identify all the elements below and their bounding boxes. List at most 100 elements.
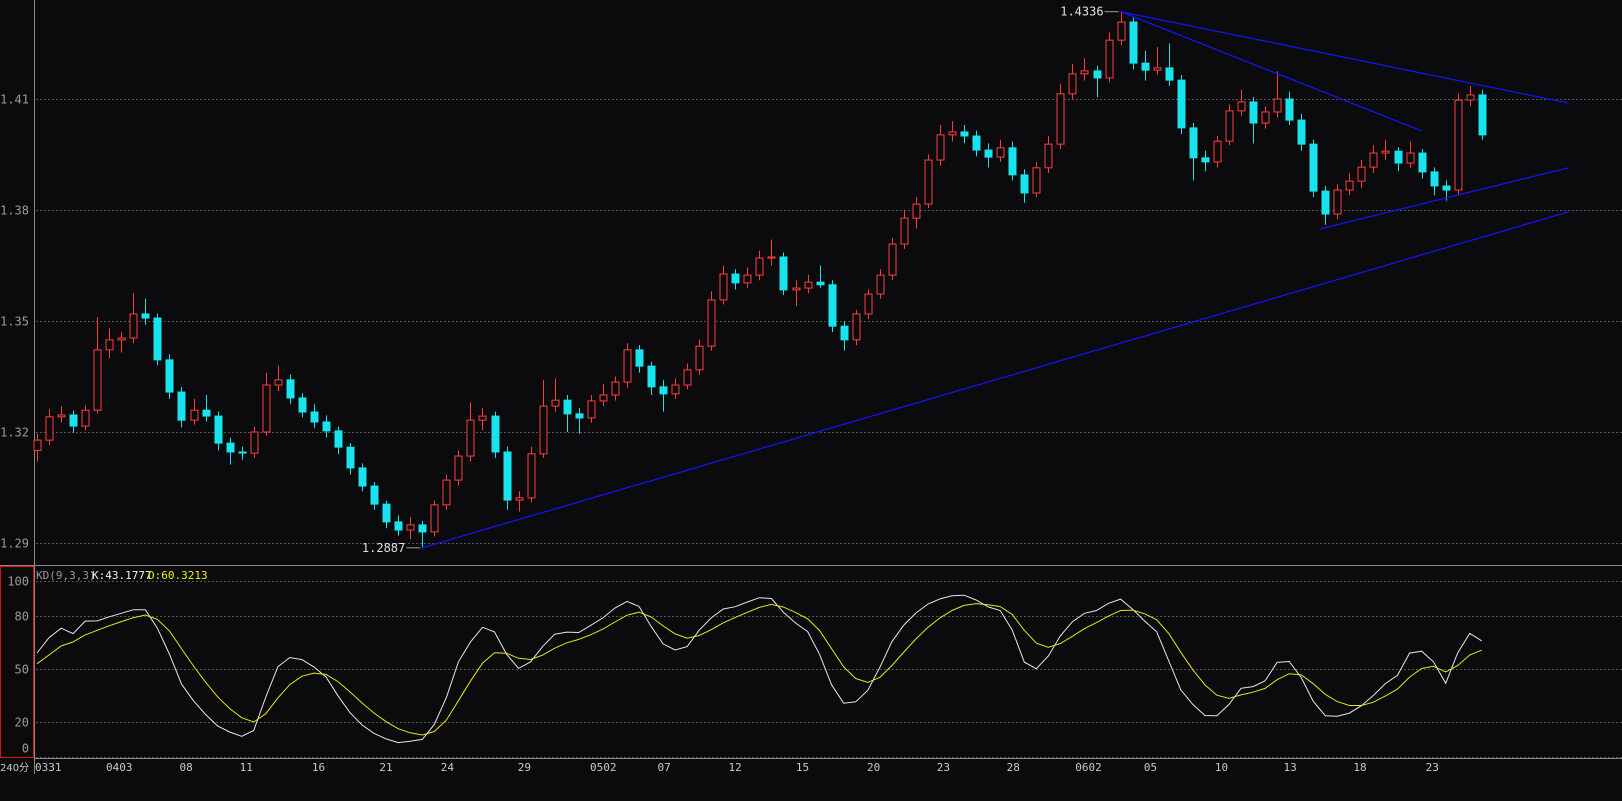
trendlines[interactable] [422, 11, 1569, 549]
candle-up [1406, 141, 1415, 168]
candle-body [57, 414, 66, 418]
candle-down [202, 395, 211, 422]
chart-canvas[interactable]: 1.29 1.32 1.35 1.38 1.41 1.4336 1.2887 0 20 50 8… [0, 0, 1622, 801]
candle-up [45, 409, 54, 445]
candle-up [912, 197, 921, 229]
candle-up [1466, 86, 1475, 107]
date-tick-label: 0502 [590, 761, 617, 774]
candle-body [1008, 147, 1017, 176]
candle-down [1418, 148, 1427, 179]
candle-up [430, 500, 439, 537]
candle-body [1129, 21, 1138, 64]
date-tick-label: 29 [518, 761, 531, 774]
period-label[interactable]: 240分 [0, 762, 29, 774]
candle-up [1153, 47, 1162, 75]
candle-up [707, 291, 716, 351]
candle-up [1056, 84, 1065, 149]
candle-up [515, 491, 524, 512]
date-tick-label: 23 [1426, 761, 1439, 774]
candle-body [370, 485, 379, 505]
candle-body [491, 415, 500, 453]
candle-body [1406, 152, 1415, 164]
price-tick-label: 1.35 [0, 315, 29, 329]
candle-down [177, 386, 186, 428]
candle-body [1117, 21, 1126, 41]
candle-body [743, 274, 752, 284]
date-axis: 0331 0403 08 11 16 21 24 29 0502 07 12 15 20 23 28 0602… [35, 761, 1439, 774]
k-line [36, 594, 1483, 744]
candle-down [1309, 139, 1318, 198]
candle-down [1141, 50, 1150, 81]
candle-body [996, 147, 1005, 158]
candle-down [165, 354, 174, 399]
candle-body [1357, 166, 1366, 182]
candle-up [804, 274, 813, 294]
candle-body [298, 397, 307, 413]
candle-up [1273, 71, 1282, 118]
date-tick-label: 23 [937, 761, 950, 774]
candle-down [1249, 97, 1258, 144]
candle-body [165, 359, 174, 393]
candle-body [454, 455, 463, 481]
candle-up [755, 250, 764, 281]
candle-body [1297, 119, 1306, 145]
candle-up [478, 407, 487, 431]
candle-body [1478, 94, 1487, 136]
candle-body [346, 446, 355, 469]
candle-down [503, 446, 512, 510]
candle-body [695, 345, 704, 371]
candle-down [731, 269, 740, 290]
candle-body [478, 415, 487, 421]
candle-body [635, 349, 644, 367]
candle-body [1093, 70, 1102, 79]
candle-down [310, 404, 319, 429]
candle-body [828, 284, 837, 327]
trendline[interactable] [422, 211, 1569, 549]
candle-up [900, 210, 909, 249]
candle-body [334, 430, 343, 448]
candle-body [466, 419, 475, 457]
candle-body [852, 313, 861, 341]
candle-body [310, 411, 319, 423]
candle-up [743, 267, 752, 288]
candle-body [1430, 171, 1439, 187]
candle-body [575, 413, 584, 419]
candle-up [1345, 173, 1354, 196]
candle-body [250, 431, 259, 454]
candle-body [1369, 152, 1378, 168]
candle-body [647, 365, 656, 388]
candle-body [587, 400, 596, 419]
candle-down [370, 481, 379, 510]
date-tick-label: 24 [441, 761, 455, 774]
candle-up [33, 433, 42, 462]
candle-up [250, 426, 259, 458]
trendline[interactable] [1120, 11, 1569, 104]
candle-body [382, 503, 391, 523]
candle-body [1032, 167, 1041, 194]
candle-body [503, 451, 512, 501]
candle-up [888, 237, 897, 281]
candle-body [1321, 190, 1330, 215]
candle-body [1201, 157, 1210, 163]
candle-up [683, 363, 692, 390]
price-annotation-label: 1.4336 [1060, 5, 1103, 19]
candle-up [936, 124, 945, 166]
kd-d-value: D:60.3213 [148, 569, 208, 582]
candle-down [1177, 74, 1186, 135]
candle-body [93, 349, 102, 411]
candle-body [430, 504, 439, 533]
candle-up [623, 343, 632, 388]
date-tick-label: 13 [1284, 761, 1297, 774]
candle-up [1225, 104, 1234, 146]
candle-body [262, 384, 271, 433]
candle-up [719, 265, 728, 305]
candle-up [599, 383, 608, 407]
candle-down [394, 515, 403, 536]
candle-body [1080, 70, 1089, 75]
candle-body [936, 134, 945, 161]
candle-up [924, 154, 933, 209]
candle-down [635, 345, 644, 373]
candle-body [1345, 180, 1354, 191]
candle-down [563, 395, 572, 432]
candle-down [659, 380, 668, 412]
